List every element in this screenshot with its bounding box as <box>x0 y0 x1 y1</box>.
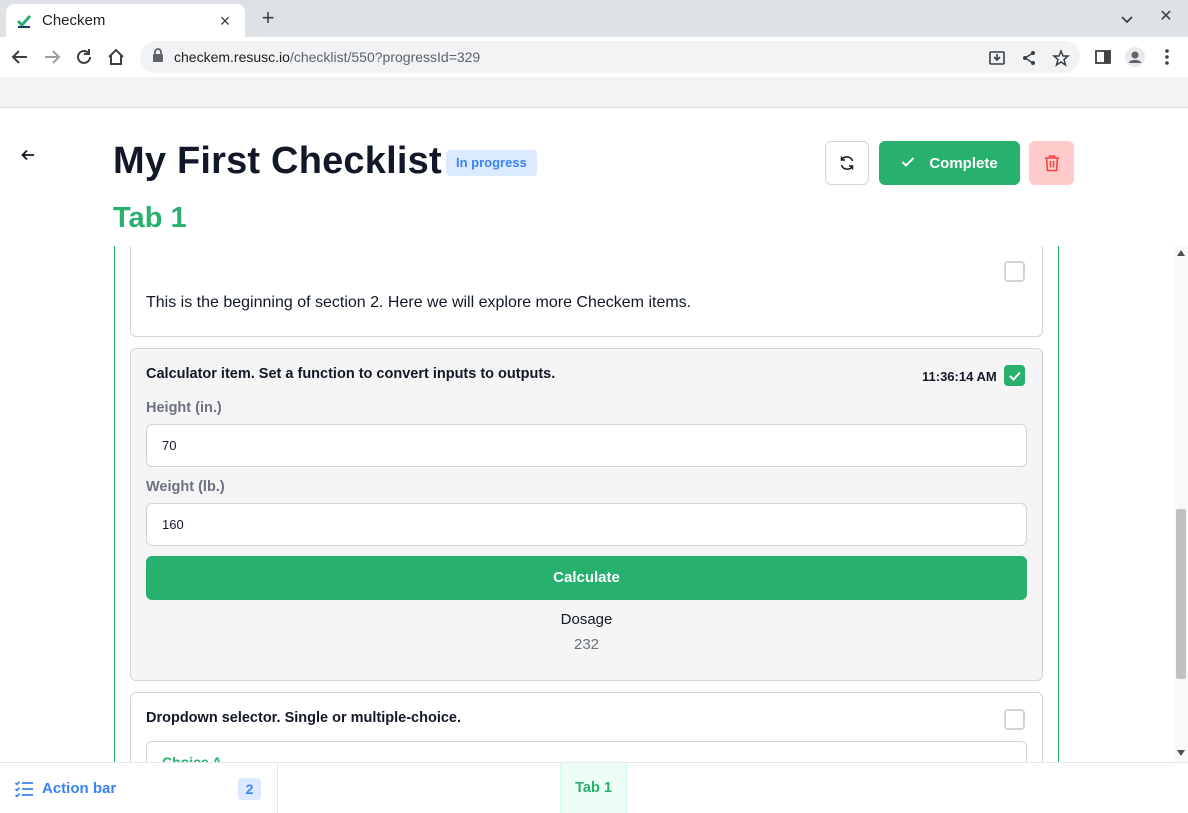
forward-nav-icon[interactable] <box>40 45 64 69</box>
home-icon[interactable] <box>104 45 128 69</box>
calculate-button[interactable]: Calculate <box>146 556 1027 600</box>
refresh-icon <box>840 156 854 170</box>
tab-title: Checkem <box>42 12 106 29</box>
scroll-up-arrow-icon[interactable] <box>1177 250 1185 256</box>
action-count-badge: 2 <box>238 778 261 800</box>
browser-tab[interactable]: Checkem × <box>6 4 245 37</box>
section-item-checkbox[interactable] <box>1004 261 1025 282</box>
status-badge: In progress <box>446 150 537 176</box>
complete-label: Complete <box>929 154 998 172</box>
dropdown-item-title: Dropdown selector. Single or multiple-ch… <box>146 710 462 726</box>
install-app-icon[interactable] <box>988 49 1006 67</box>
browser-toolbar: checkem.resusc.io/checklist/550?progress… <box>0 37 1188 77</box>
checkem-favicon-icon <box>16 13 32 29</box>
calculator-item-checkbox[interactable] <box>1004 365 1025 386</box>
check-icon <box>901 155 915 172</box>
close-tab-icon[interactable]: × <box>215 11 235 31</box>
output-value: 232 <box>573 636 600 653</box>
back-arrow-icon[interactable] <box>18 145 38 165</box>
delete-button[interactable] <box>1029 141 1074 185</box>
weight-label: Weight (lb.) <box>146 479 225 495</box>
share-icon[interactable] <box>1020 49 1038 67</box>
page-title: My First Checklist <box>113 140 442 182</box>
calculator-item-title: Calculator item. Set a function to conve… <box>146 366 556 382</box>
scrollbar-thumb[interactable] <box>1176 509 1186 679</box>
address-bar[interactable]: checkem.resusc.io/checklist/550?progress… <box>140 41 1080 73</box>
section-item-card: This is the beginning of section 2. Here… <box>130 246 1043 337</box>
lock-icon <box>152 47 164 67</box>
output-label: Dosage <box>560 611 613 628</box>
back-nav-icon[interactable] <box>8 45 32 69</box>
dropdown-item-card: Dropdown selector. Single or multiple-ch… <box>130 692 1043 766</box>
reload-icon[interactable] <box>72 45 96 69</box>
height-label: Height (in.) <box>146 400 222 416</box>
window-close-icon[interactable]: ✕ <box>1156 6 1176 26</box>
height-input[interactable]: 70 <box>146 424 1027 467</box>
weight-input[interactable]: 160 <box>146 503 1027 546</box>
section-description: This is the beginning of section 2. Here… <box>146 294 692 311</box>
bookmark-star-icon[interactable] <box>1052 49 1070 67</box>
dropdown-item-checkbox[interactable] <box>1004 709 1025 730</box>
action-bar-label: Action bar <box>42 780 117 797</box>
trash-icon <box>1044 155 1059 172</box>
tab-heading: Tab 1 <box>113 202 187 234</box>
action-bar-toggle[interactable]: Action bar 2 <box>0 763 278 813</box>
browser-tabstrip: Checkem × + ✕ <box>0 0 1188 37</box>
profile-avatar-icon[interactable] <box>1125 47 1145 67</box>
calculator-item-card: Calculator item. Set a function to conve… <box>130 348 1043 681</box>
side-panel-icon[interactable] <box>1093 47 1113 67</box>
chevron-down-icon[interactable] <box>1116 8 1138 30</box>
page-scrollbar[interactable] <box>1174 246 1188 762</box>
completed-timestamp: 11:36:14 AM <box>922 369 997 384</box>
url-text: checkem.resusc.io/checklist/550?progress… <box>174 49 481 65</box>
sync-button[interactable] <box>825 141 869 185</box>
new-tab-icon[interactable]: + <box>256 7 280 31</box>
more-menu-icon[interactable] <box>1157 47 1177 67</box>
scroll-down-arrow-icon[interactable] <box>1177 750 1185 756</box>
checklist-content[interactable]: This is the beginning of section 2. Here… <box>114 246 1059 766</box>
bookmarks-bar <box>0 77 1188 108</box>
bottom-tab-1[interactable]: Tab 1 <box>560 763 627 813</box>
checklist-icon <box>14 779 34 799</box>
check-icon <box>1008 371 1021 381</box>
complete-button[interactable]: Complete <box>879 141 1020 185</box>
bottom-bar: Action bar 2 Tab 1 <box>0 762 1188 813</box>
